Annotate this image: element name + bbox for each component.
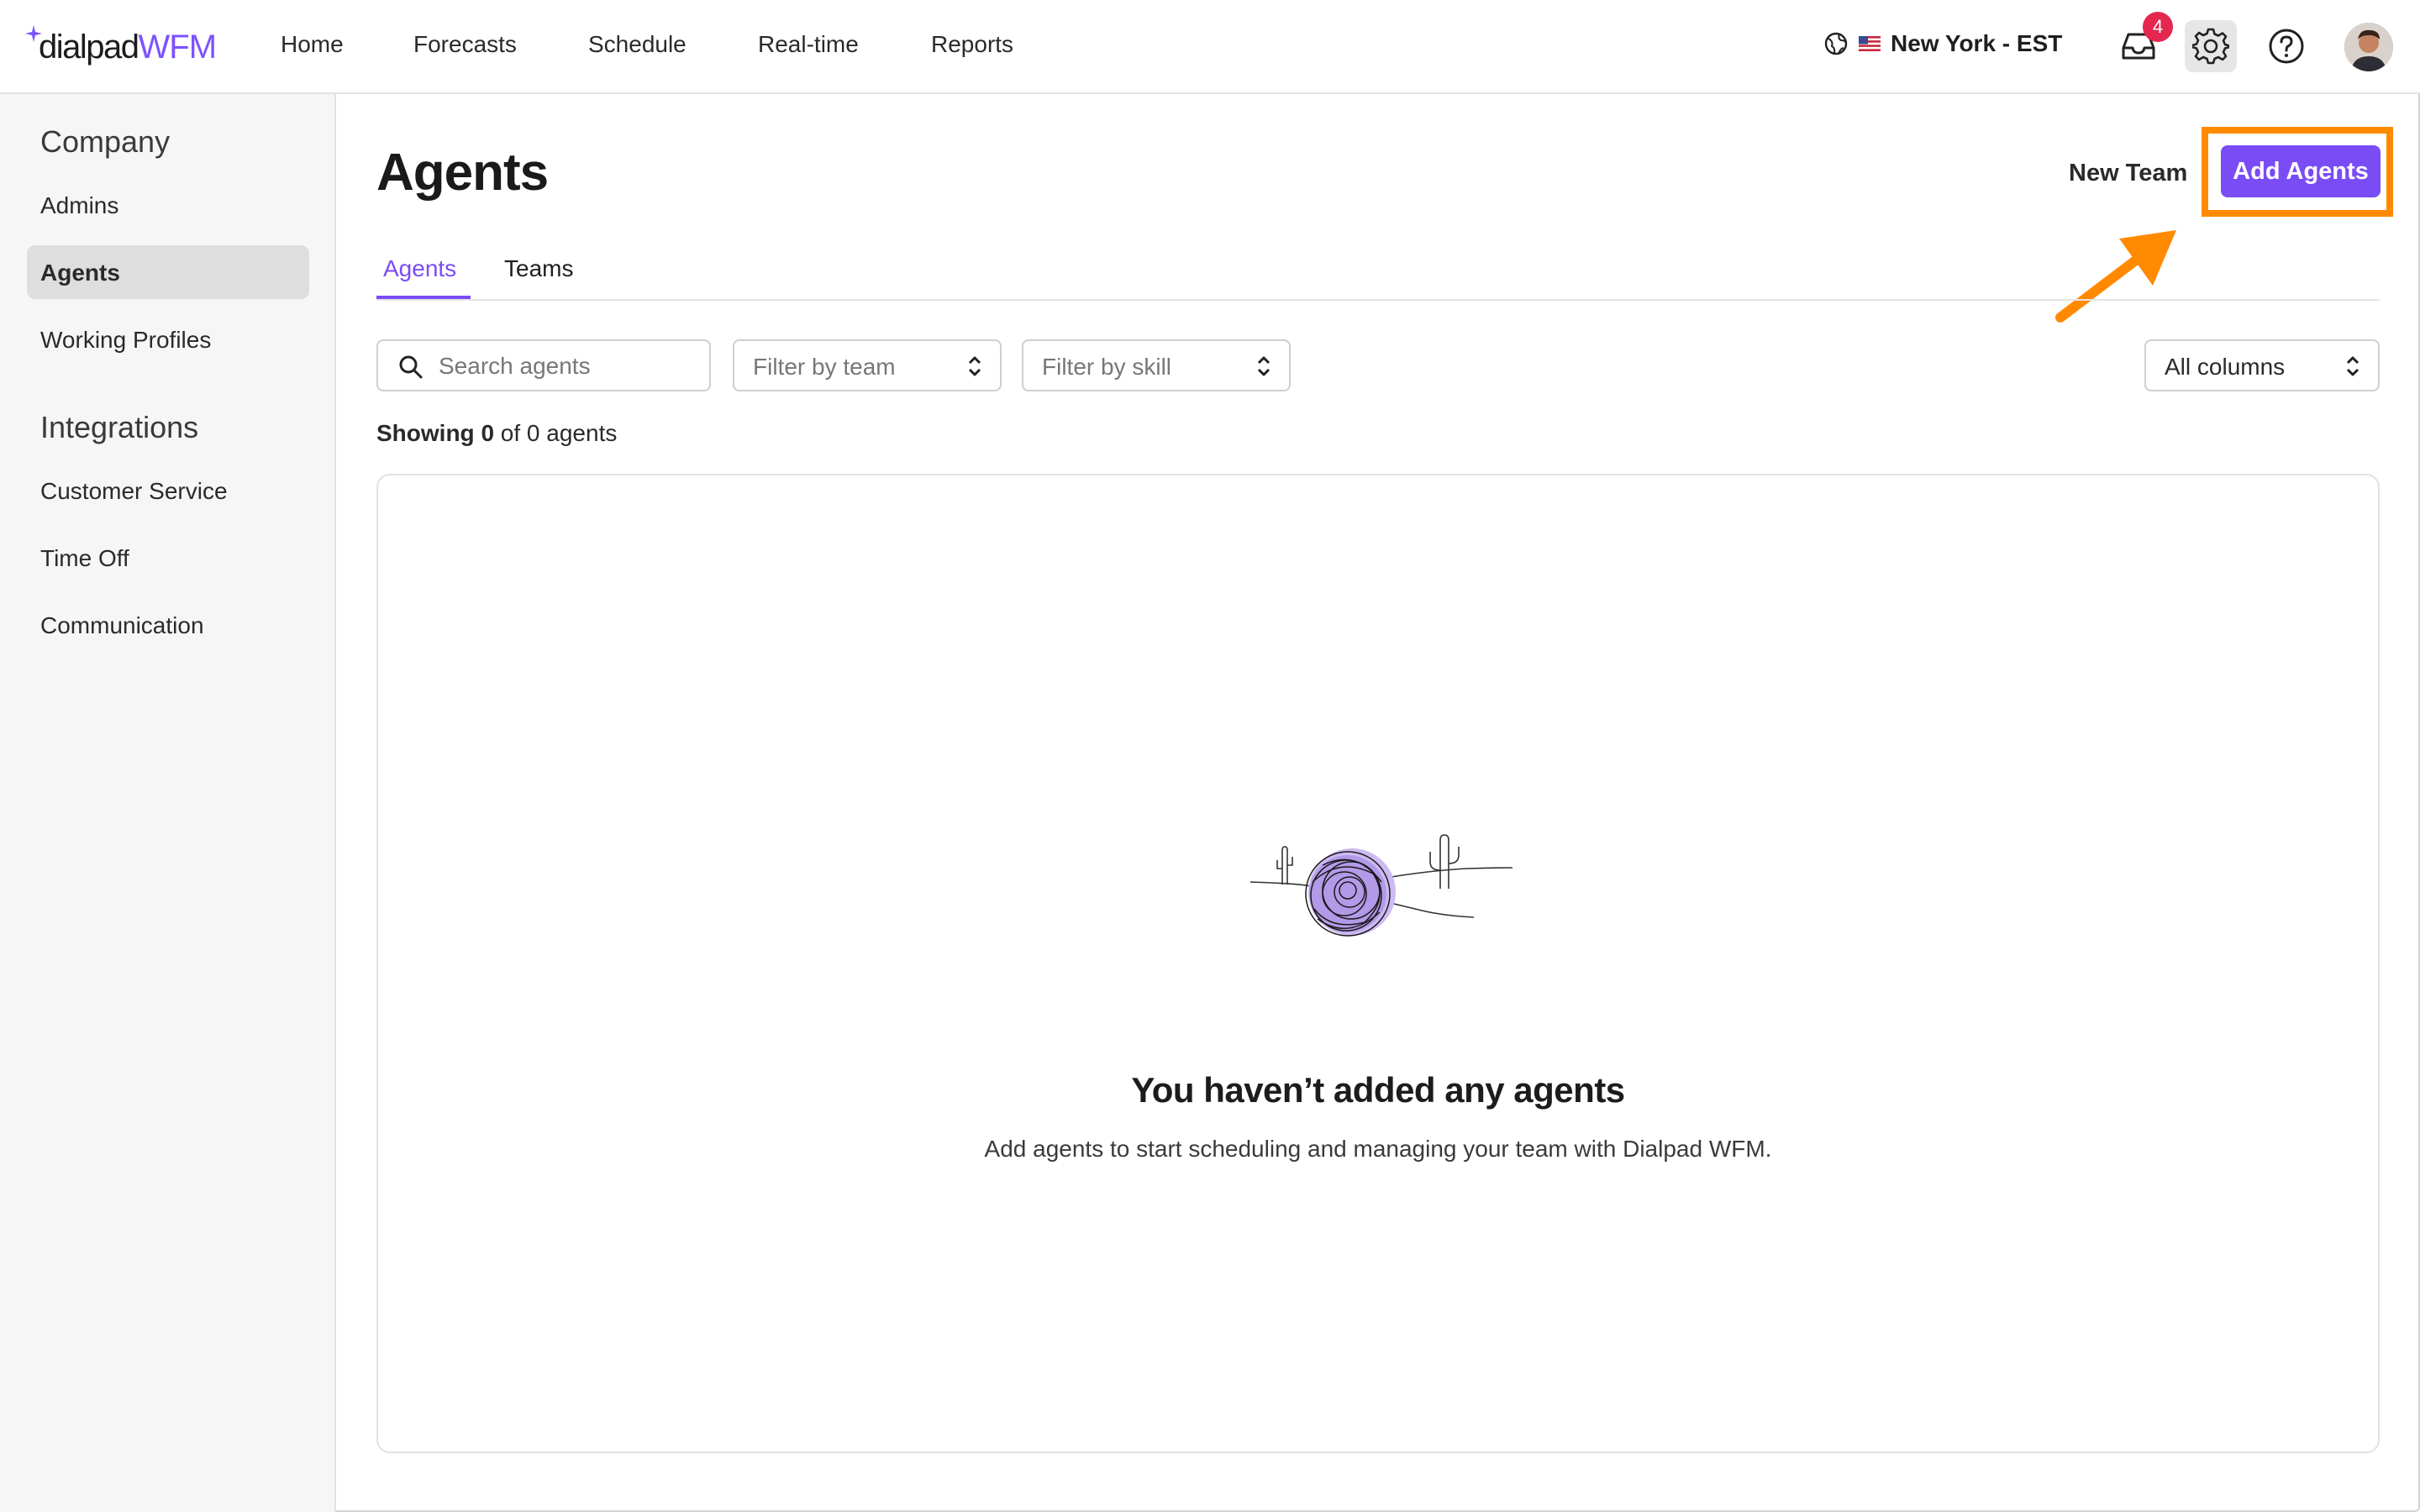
logo[interactable]: dialpad WFM	[25, 22, 218, 72]
chevron-updown-icon	[1257, 356, 1270, 376]
filter-team-select[interactable]: Filter by team	[733, 339, 1002, 391]
callout-highlight-box	[2202, 127, 2393, 217]
empty-state-title: You haven’t added any agents	[1131, 1070, 1625, 1110]
gear-icon	[2192, 28, 2229, 65]
help-button[interactable]	[2260, 20, 2312, 72]
sidebar-item-customer-service[interactable]: Customer Service	[40, 478, 228, 505]
nav-forecasts[interactable]: Forecasts	[413, 31, 517, 58]
us-flag-icon	[1859, 36, 1881, 51]
sparkle-icon	[25, 25, 42, 42]
nav-reports[interactable]: Reports	[931, 31, 1013, 58]
tab-teams[interactable]: Teams	[504, 255, 573, 282]
filter-skill-label: Filter by skill	[1042, 354, 1172, 380]
user-photo	[2344, 23, 2393, 71]
timezone-label: New York - EST	[1891, 30, 2063, 56]
logo-suffix: WFM	[138, 28, 218, 66]
search-input[interactable]	[437, 341, 701, 391]
nav-home[interactable]: Home	[281, 31, 344, 58]
nav-realtime[interactable]: Real-time	[758, 31, 859, 58]
chevron-updown-icon	[2346, 356, 2360, 376]
sidebar-item-admins[interactable]: Admins	[40, 192, 118, 219]
columns-select[interactable]: All columns	[2144, 339, 2380, 391]
timezone-selector[interactable]: New York - EST	[1823, 30, 2062, 57]
top-bar: dialpad WFM Home Forecasts Schedule Real-…	[0, 0, 2420, 94]
columns-select-label: All columns	[2165, 354, 2286, 380]
results-count-prefix: Showing	[376, 420, 475, 446]
results-count: Showing 0 of 0 agents	[376, 420, 617, 447]
filter-team-label: Filter by team	[753, 354, 896, 380]
globe-icon	[1824, 32, 1848, 55]
chevron-updown-icon	[968, 356, 981, 376]
settings-button[interactable]	[2185, 20, 2237, 72]
agents-table-panel	[376, 474, 2380, 1453]
new-team-button[interactable]: New Team	[2069, 160, 2187, 187]
search-box[interactable]	[376, 339, 711, 391]
sidebar-item-communication[interactable]: Communication	[40, 612, 204, 639]
results-count-suffix: of 0 agents	[500, 420, 618, 446]
tab-bar: Agents Teams	[376, 252, 2380, 301]
filter-skill-select[interactable]: Filter by skill	[1022, 339, 1291, 391]
sidebar-section-company: Company	[40, 124, 171, 159]
sidebar-item-time-off[interactable]: Time Off	[40, 545, 129, 572]
nav-schedule[interactable]: Schedule	[588, 31, 687, 58]
help-icon	[2269, 29, 2304, 64]
sidebar	[0, 94, 336, 1512]
page-title: Agents	[376, 144, 549, 202]
empty-state-subtitle: Add agents to start scheduling and manag…	[984, 1136, 1772, 1162]
empty-state-illustration	[1249, 834, 1513, 937]
logo-text: dialpad	[39, 28, 139, 66]
search-icon	[399, 355, 423, 379]
sidebar-item-working-profiles[interactable]: Working Profiles	[40, 327, 211, 354]
active-tab-indicator	[376, 296, 471, 299]
results-count-number: 0	[481, 420, 495, 446]
sidebar-item-agents[interactable]: Agents	[40, 260, 120, 286]
tab-agents[interactable]: Agents	[383, 255, 456, 282]
notification-badge: 4	[2143, 12, 2173, 42]
sidebar-section-integrations: Integrations	[40, 410, 199, 444]
avatar[interactable]	[2344, 23, 2393, 71]
